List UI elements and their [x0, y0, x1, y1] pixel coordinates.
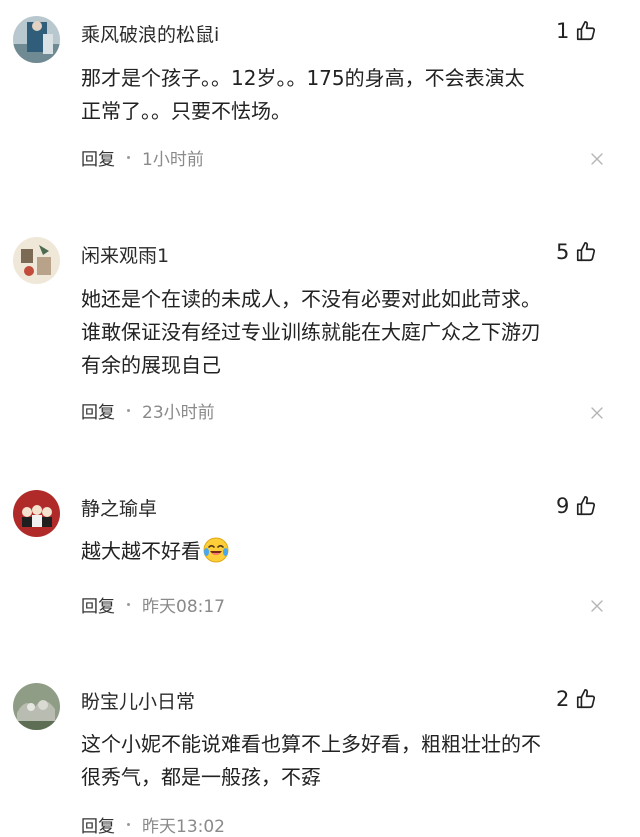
avatar[interactable]: [13, 490, 60, 537]
like-button[interactable]: 5: [556, 238, 597, 266]
thumbs-up-icon: [577, 689, 596, 709]
comment-line: 她还是个在读的未成人，不没有必要对此如此苛求。: [81, 287, 541, 311]
thumbs-up-icon: [577, 21, 596, 41]
like-count: 2: [556, 687, 570, 711]
comment-line: 这个小妮不能说难看也算不上多好看，粗粗壮壮的不: [81, 732, 541, 756]
avatar[interactable]: [13, 683, 60, 730]
timestamp: 23小时前: [142, 403, 215, 423]
like-count: 9: [556, 494, 570, 518]
comment-item: 乘风破浪的松鼠i 1 那才是个孩子。。12岁。。175的身高，不会表演太 正常了…: [0, 0, 640, 210]
username[interactable]: 闲来观雨1: [81, 241, 169, 268]
username[interactable]: 静之瑜卓: [81, 494, 157, 521]
comment-item: 盼宝儿小日常 2 这个小妮不能说难看也算不上多好看，粗粗壮壮的不 很秀气，都是一…: [0, 665, 640, 837]
reply-button[interactable]: 回复: [81, 398, 115, 423]
comment-item: 静之瑜卓 9 越大越不好看 回复 昨天08:17: [0, 465, 640, 665]
separator-dot: [127, 603, 130, 606]
comment-meta: 回复 1小时前: [81, 145, 204, 170]
thumbs-up-icon: [577, 496, 596, 516]
close-icon[interactable]: [590, 406, 604, 420]
username[interactable]: 盼宝儿小日常: [81, 687, 195, 714]
comment-text: 她还是个在读的未成人，不没有必要对此如此苛求。 谁敢保证没有经过专业训练就能在大…: [81, 283, 626, 382]
like-button[interactable]: 9: [556, 492, 597, 520]
comment-line: 谁敢保证没有经过专业训练就能在大庭广众之下游刃: [81, 320, 541, 344]
comment-line: 有余的展现自己: [81, 353, 221, 377]
comment-meta: 回复 昨天08:17: [81, 592, 225, 617]
like-button[interactable]: 1: [556, 17, 597, 45]
comment-line: 正常了。。只要不怯场。: [81, 99, 291, 123]
comment-text: 那才是个孩子。。12岁。。175的身高，不会表演太 正常了。。只要不怯场。: [81, 62, 626, 128]
reply-button[interactable]: 回复: [81, 592, 115, 617]
comment-line: 越大越不好看: [81, 535, 626, 573]
comment-text: 越大越不好看: [81, 535, 626, 573]
comment-meta: 回复 昨天13:02: [81, 812, 225, 837]
close-icon[interactable]: [590, 599, 604, 613]
reply-button[interactable]: 回复: [81, 812, 115, 837]
comment-line-text: 越大越不好看: [81, 539, 201, 563]
timestamp: 昨天13:02: [142, 817, 225, 837]
laughing-crying-emoji-icon: [203, 537, 229, 573]
thumbs-up-icon: [577, 242, 596, 262]
timestamp: 1小时前: [142, 150, 204, 170]
avatar[interactable]: [13, 237, 60, 284]
like-button[interactable]: 2: [556, 685, 597, 713]
like-count: 5: [556, 240, 570, 264]
separator-dot: [127, 156, 130, 159]
timestamp: 昨天08:17: [142, 597, 225, 617]
comment-meta: 回复 23小时前: [81, 398, 215, 423]
comment-line: 很秀气，都是一般孩，不孬: [81, 765, 321, 789]
like-count: 1: [556, 19, 570, 43]
username[interactable]: 乘风破浪的松鼠i: [81, 20, 219, 47]
comment-text: 这个小妮不能说难看也算不上多好看，粗粗壮壮的不 很秀气，都是一般孩，不孬: [81, 728, 626, 794]
reply-button[interactable]: 回复: [81, 145, 115, 170]
avatar[interactable]: [13, 16, 60, 63]
close-icon[interactable]: [590, 152, 604, 166]
separator-dot: [127, 823, 130, 826]
comment-line: 那才是个孩子。。12岁。。175的身高，不会表演太: [81, 66, 525, 90]
comment-item: 闲来观雨1 5 她还是个在读的未成人，不没有必要对此如此苛求。 谁敢保证没有经过…: [0, 210, 640, 465]
separator-dot: [127, 409, 130, 412]
